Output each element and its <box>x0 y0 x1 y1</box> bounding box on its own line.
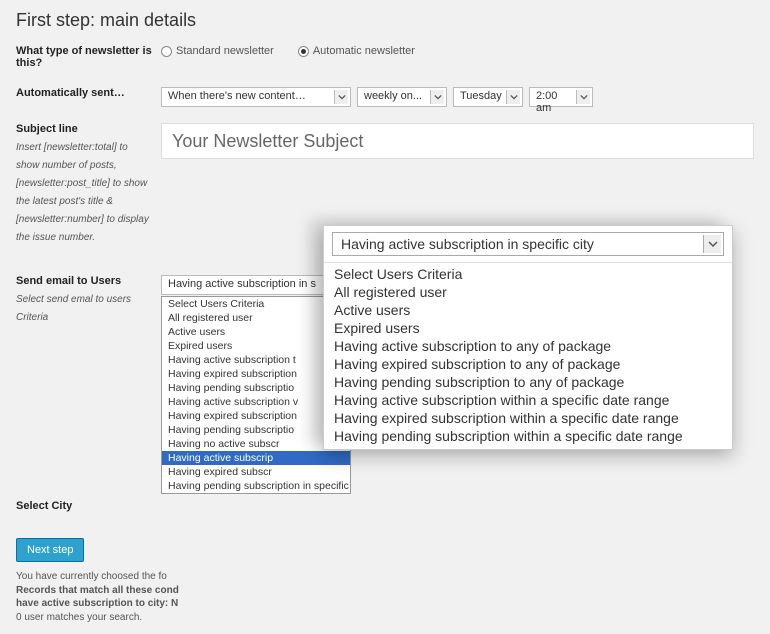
select-value: Having active subscription in specific c… <box>341 236 594 252</box>
dropdown-option[interactable]: Having expired subscription <box>162 367 350 381</box>
select-value: Tuesday <box>460 90 502 102</box>
popup-option[interactable]: All registered user <box>324 283 732 301</box>
dropdown-option[interactable]: All registered user <box>162 311 350 325</box>
select-time[interactable]: 2:00 am <box>529 87 593 107</box>
dropdown-option[interactable]: Having pending subscriptio <box>162 423 350 437</box>
row-auto-sent: Automatically sent… When there's new con… <box>16 87 754 107</box>
dropdown-option[interactable]: Expired users <box>162 339 350 353</box>
dropdown-option[interactable]: Having expired subscription <box>162 409 350 423</box>
dropdown-option[interactable]: Having active subscription v <box>162 395 350 409</box>
radio-automatic[interactable]: Automatic newsletter <box>298 45 415 57</box>
dropdown-option[interactable]: Having active subscrip <box>162 451 350 465</box>
label-autosent: Automatically sent… <box>16 87 153 99</box>
label-sendto: Send email to Users <box>16 275 153 287</box>
dropdown-option[interactable]: Active users <box>162 325 350 339</box>
dropdown-option[interactable]: Having expired subscr <box>162 465 350 479</box>
page-title: First step: main details <box>16 10 754 31</box>
popup-option[interactable]: Having active subscription to any of pac… <box>324 337 732 355</box>
next-step-button[interactable]: Next step <box>16 538 84 562</box>
popup-option[interactable]: Active users <box>324 301 732 319</box>
hint-subject: Insert [newsletter:total] to show number… <box>16 142 149 243</box>
select-value: weekly on... <box>364 90 422 102</box>
row-select-city: Select City <box>16 500 754 514</box>
dropdown-option[interactable]: Having no active subscr <box>162 437 350 451</box>
radio-label: Automatic newsletter <box>313 45 415 57</box>
radio-icon <box>161 46 172 57</box>
popup-select[interactable]: Having active subscription in specific c… <box>332 232 724 256</box>
chevron-down-icon <box>506 90 520 104</box>
popup-option[interactable]: Select Users Criteria <box>324 265 732 283</box>
popup-option[interactable]: Having pending subscription to any of pa… <box>324 373 732 391</box>
popup-option[interactable]: Having expired subscription within a spe… <box>324 409 732 427</box>
dropdown-option[interactable]: Select Users Criteria <box>162 297 350 311</box>
dropdown-option[interactable]: Having pending subscription in specific … <box>162 479 350 493</box>
subject-input[interactable] <box>161 123 754 159</box>
radio-standard[interactable]: Standard newsletter <box>161 45 274 57</box>
popup-option[interactable]: Expired users <box>324 319 732 337</box>
dropdown-option[interactable]: Having pending subscriptio <box>162 381 350 395</box>
label-city: Select City <box>16 500 153 512</box>
popup-dropdown-list[interactable]: Select Users CriteriaAll registered user… <box>324 262 732 449</box>
label-type: What type of newsletter is this? <box>16 45 153 69</box>
select-value: 2:00 am <box>536 90 557 114</box>
select-value: Having active subscription in s <box>168 278 316 290</box>
chevron-down-icon <box>430 90 444 104</box>
zoom-popup: Having active subscription in specific c… <box>323 225 733 450</box>
label-subject: Subject line <box>16 123 153 135</box>
radio-label: Standard newsletter <box>176 45 274 57</box>
row-newsletter-type: What type of newsletter is this? Standar… <box>16 45 754 71</box>
select-frequency[interactable]: weekly on... <box>357 87 447 107</box>
radio-icon <box>298 46 309 57</box>
hint-sendto: Select send emal to users Criteria <box>16 294 131 323</box>
select-day[interactable]: Tuesday <box>453 87 523 107</box>
chevron-down-icon <box>576 90 590 104</box>
select-trigger[interactable]: When there's new content… <box>161 87 351 107</box>
chevron-down-icon <box>703 235 721 253</box>
popup-option[interactable]: Having active subscription within a spec… <box>324 391 732 409</box>
popup-option[interactable]: Having pending subscription within a spe… <box>324 427 732 445</box>
chevron-down-icon <box>334 90 348 104</box>
dropdown-option[interactable]: Having active subscription t <box>162 353 350 367</box>
footer-summary: You have currently choosed the fo Record… <box>16 570 754 624</box>
popup-option[interactable]: Having expired subscription to any of pa… <box>324 355 732 373</box>
select-value: When there's new content… <box>168 90 306 102</box>
